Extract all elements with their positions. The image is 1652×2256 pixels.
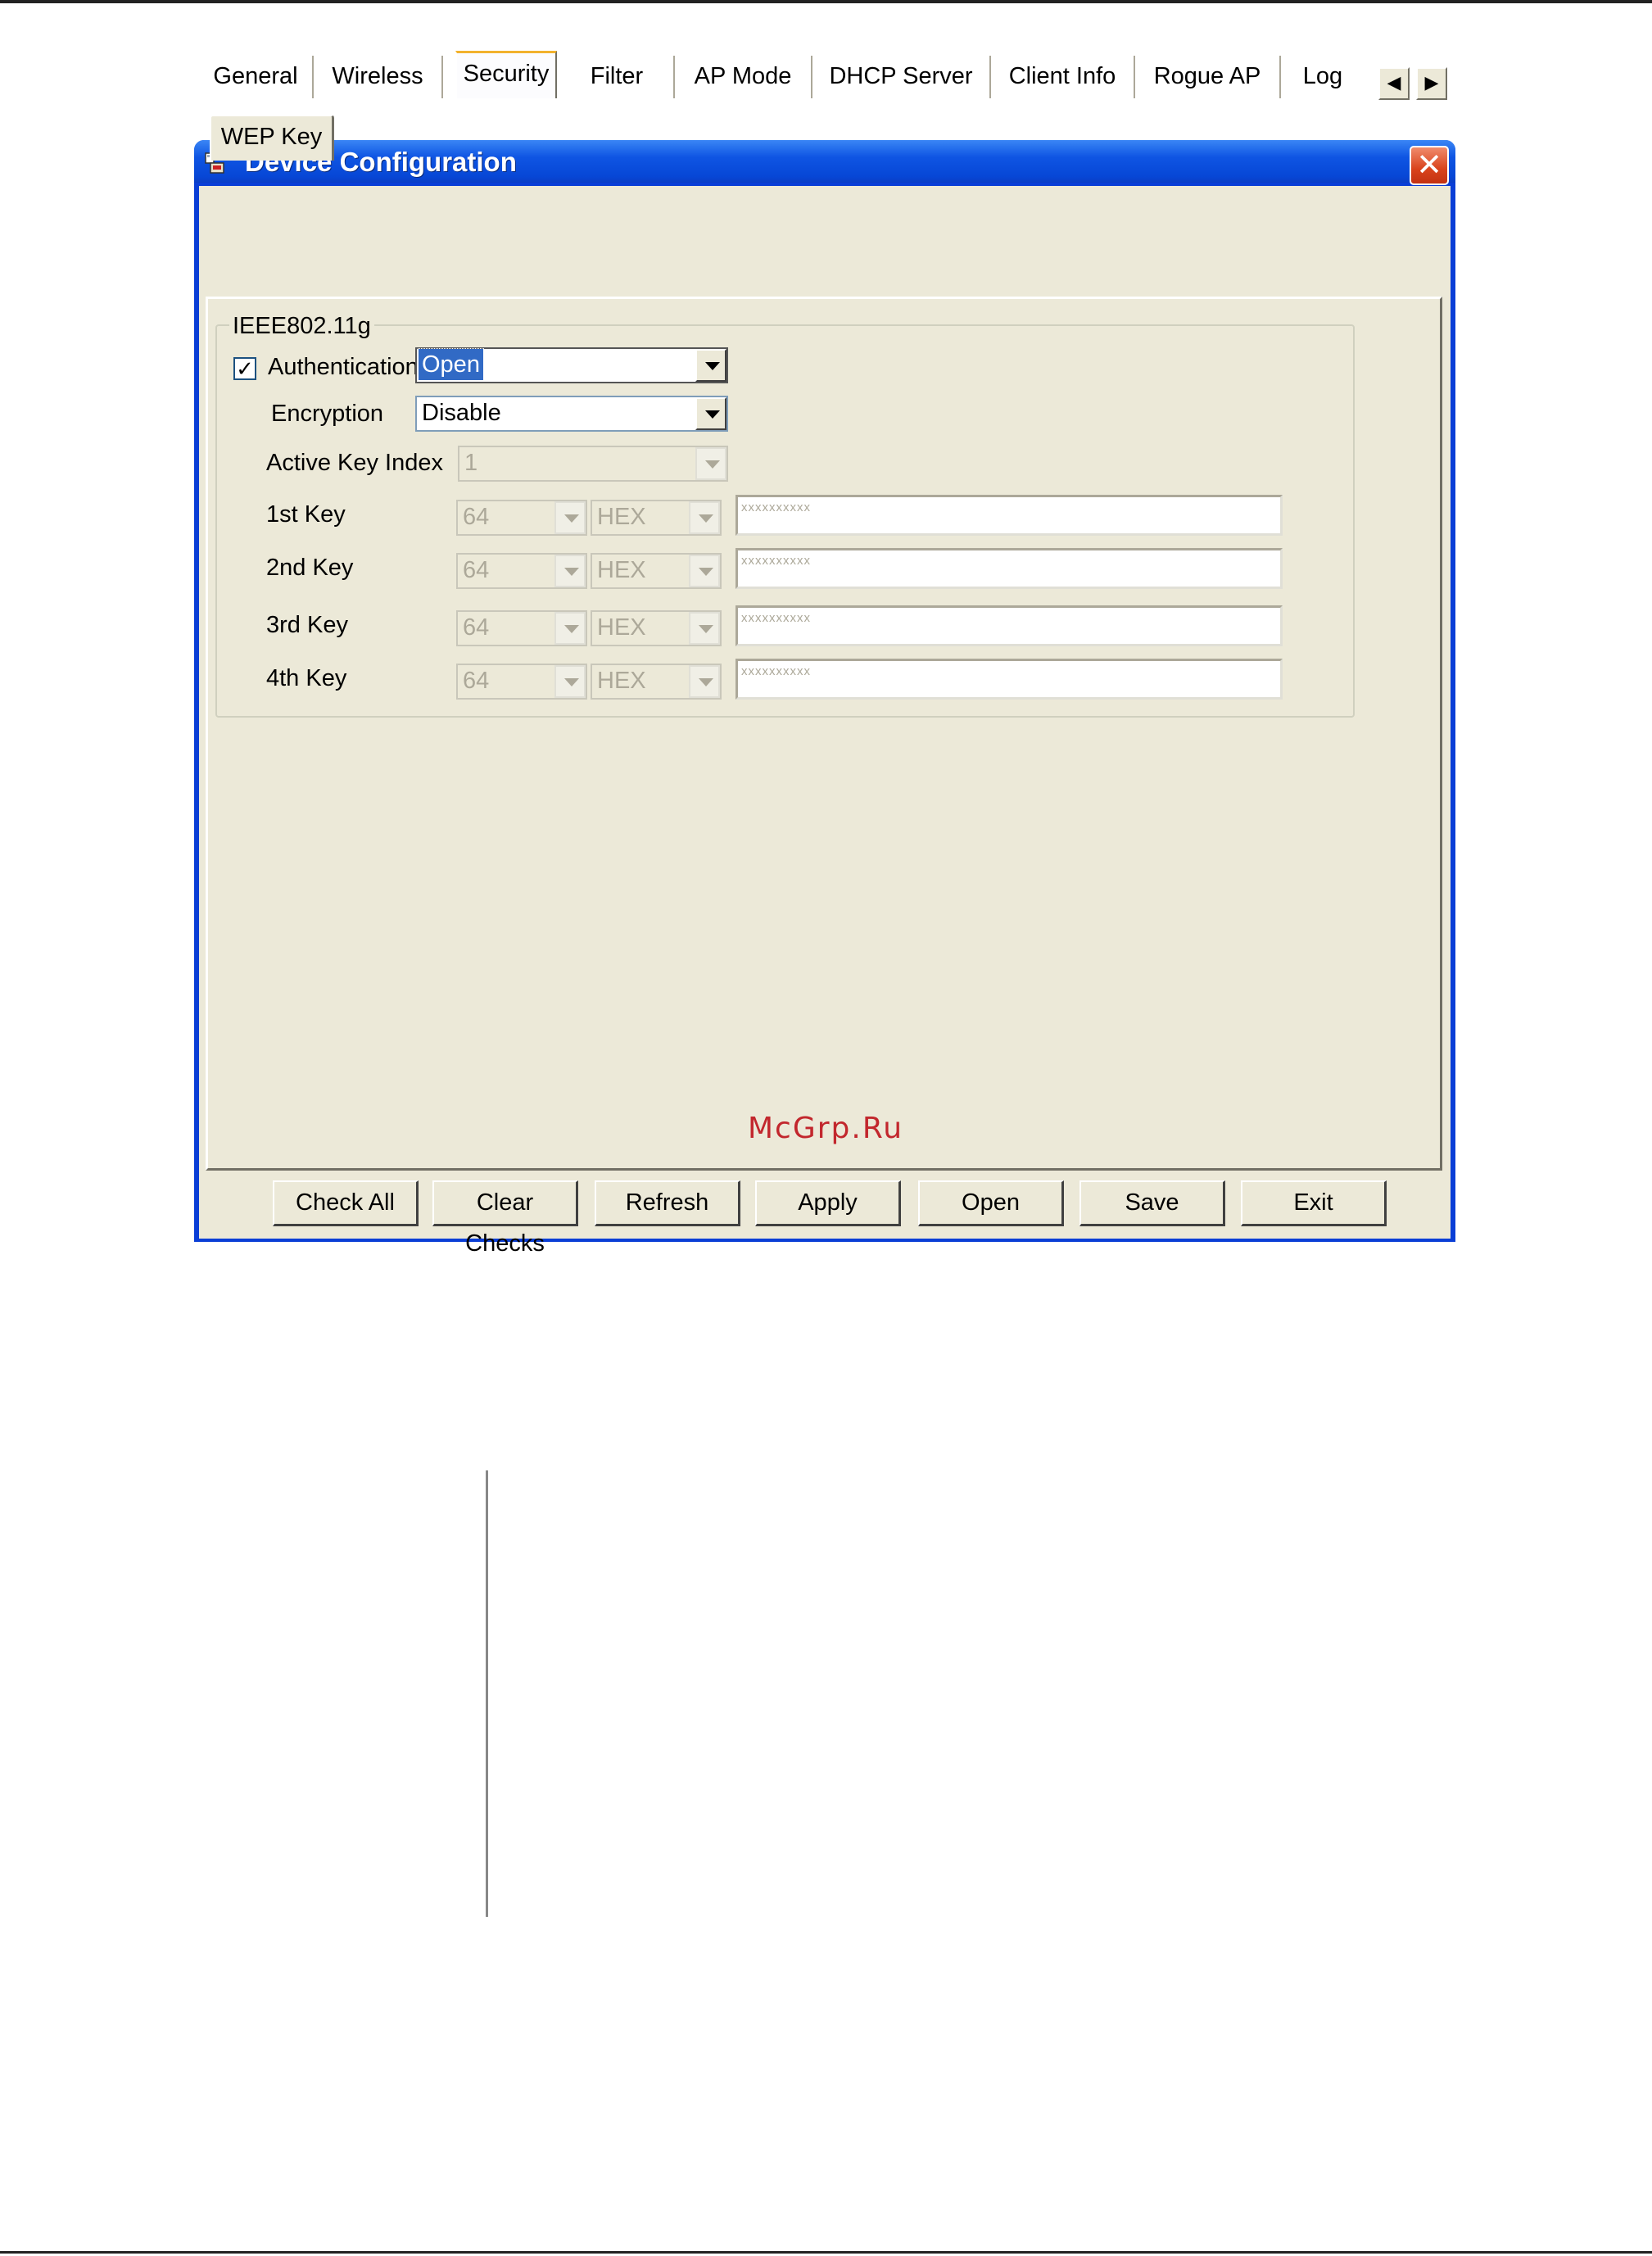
tab-ap-mode[interactable]: AP Mode (675, 56, 812, 98)
key-1-input[interactable]: xxxxxxxxxx (735, 495, 1283, 536)
key-4-input[interactable]: xxxxxxxxxx (735, 659, 1283, 700)
key-format-value: HEX (597, 557, 646, 583)
tab-log[interactable]: Log (1281, 56, 1365, 98)
open-button[interactable]: Open (918, 1180, 1064, 1226)
key-label: 1st Key (266, 501, 346, 528)
dropdown-arrow-icon[interactable] (689, 501, 720, 534)
apply-button[interactable]: Apply (755, 1180, 901, 1226)
dropdown-arrow-icon[interactable] (554, 612, 586, 645)
tab-wireless[interactable]: Wireless (314, 56, 443, 98)
save-button[interactable]: Save (1079, 1180, 1225, 1226)
key-format-value: HEX (597, 614, 646, 641)
dropdown-arrow-icon[interactable] (689, 555, 720, 587)
key-format-select[interactable]: HEX (591, 553, 722, 589)
tab-rogue-ap[interactable]: Rogue AP (1135, 56, 1281, 98)
clear-checks-button[interactable]: Clear Checks (432, 1180, 578, 1257)
key-format-select[interactable]: HEX (591, 664, 722, 700)
authentication-checkbox[interactable]: ✓ (233, 357, 256, 380)
key-label: 3rd Key (266, 612, 348, 638)
tab-label: General (213, 63, 298, 89)
tab-label: AP Mode (694, 63, 792, 89)
tab-label: Rogue AP (1153, 63, 1261, 89)
tab-scroll-left-button[interactable]: ◀ (1378, 67, 1410, 100)
subtab-wep-key[interactable]: WEP Key (210, 115, 334, 161)
authentication-value: Open (418, 348, 484, 381)
tab-filter[interactable]: Filter (560, 56, 675, 98)
authentication-label: Authentication (268, 354, 419, 380)
dropdown-arrow-icon[interactable] (554, 665, 586, 698)
watermark-text: McGrp.Ru (748, 1112, 904, 1145)
checkmark-icon: ✓ (236, 356, 254, 381)
dropdown-arrow-icon[interactable] (695, 397, 726, 430)
vertical-divider (486, 1470, 488, 1917)
dropdown-arrow-icon[interactable] (554, 555, 586, 587)
key-format-select[interactable]: HEX (591, 610, 722, 646)
encryption-select[interactable]: Disable (415, 396, 728, 432)
key-length-select[interactable]: 64 (456, 610, 587, 646)
encryption-value: Disable (422, 400, 501, 426)
key-format-select[interactable]: HEX (591, 500, 722, 536)
tab-label: Log (1302, 63, 1343, 89)
subtab-label: WEP Key (220, 124, 323, 150)
tab-label: Security (463, 61, 550, 87)
key-3-input[interactable]: xxxxxxxxxx (735, 605, 1283, 646)
exit-button[interactable]: Exit (1241, 1180, 1387, 1226)
arrow-right-icon: ▶ (1424, 72, 1439, 93)
key-format-value: HEX (597, 504, 646, 530)
group-label: IEEE802.11g (229, 311, 374, 341)
close-icon: ✕ (1416, 148, 1442, 183)
dropdown-arrow-icon[interactable] (689, 612, 720, 645)
page-top-rule (0, 0, 1652, 3)
dropdown-arrow-icon[interactable] (554, 501, 586, 534)
key-length-value: 64 (463, 614, 490, 641)
key-length-select[interactable]: 64 (456, 553, 587, 589)
tab-label: Wireless (332, 63, 423, 89)
active-key-index-select[interactable]: 1 (458, 446, 728, 482)
active-key-index-label: Active Key Index (266, 450, 443, 476)
tab-dhcp-server[interactable]: DHCP Server (812, 56, 991, 98)
key-length-select[interactable]: 64 (456, 500, 587, 536)
dropdown-arrow-icon[interactable] (695, 447, 726, 480)
arrow-left-icon: ◀ (1387, 72, 1401, 93)
key-length-value: 64 (463, 557, 490, 583)
tab-security[interactable]: Security (455, 51, 557, 98)
key-2-input[interactable]: xxxxxxxxxx (735, 548, 1283, 589)
tab-label: DHCP Server (829, 63, 973, 89)
key-length-value: 64 (463, 504, 490, 530)
authentication-select[interactable]: Open (415, 347, 728, 383)
tab-label: Filter (590, 63, 644, 89)
key-length-select[interactable]: 64 (456, 664, 587, 700)
dropdown-arrow-icon[interactable] (689, 665, 720, 698)
encryption-label: Encryption (271, 401, 384, 427)
key-format-value: HEX (597, 668, 646, 694)
page-bottom-rule (0, 2251, 1652, 2254)
dropdown-arrow-icon[interactable] (695, 349, 726, 382)
tab-label: Client Info (1008, 63, 1116, 89)
key-length-value: 64 (463, 668, 490, 694)
tab-scroll-right-button[interactable]: ▶ (1416, 67, 1447, 100)
check-all-button[interactable]: Check All (273, 1180, 419, 1226)
tab-client-info[interactable]: Client Info (991, 56, 1135, 98)
key-label: 2nd Key (266, 555, 354, 581)
active-key-index-value: 1 (464, 450, 478, 476)
refresh-button[interactable]: Refresh (595, 1180, 740, 1226)
close-button[interactable]: ✕ (1410, 146, 1449, 185)
tab-general[interactable]: General (199, 56, 314, 98)
title-bar[interactable]: Device Configuration ✕ (194, 140, 1455, 185)
key-label: 4th Key (266, 665, 347, 691)
